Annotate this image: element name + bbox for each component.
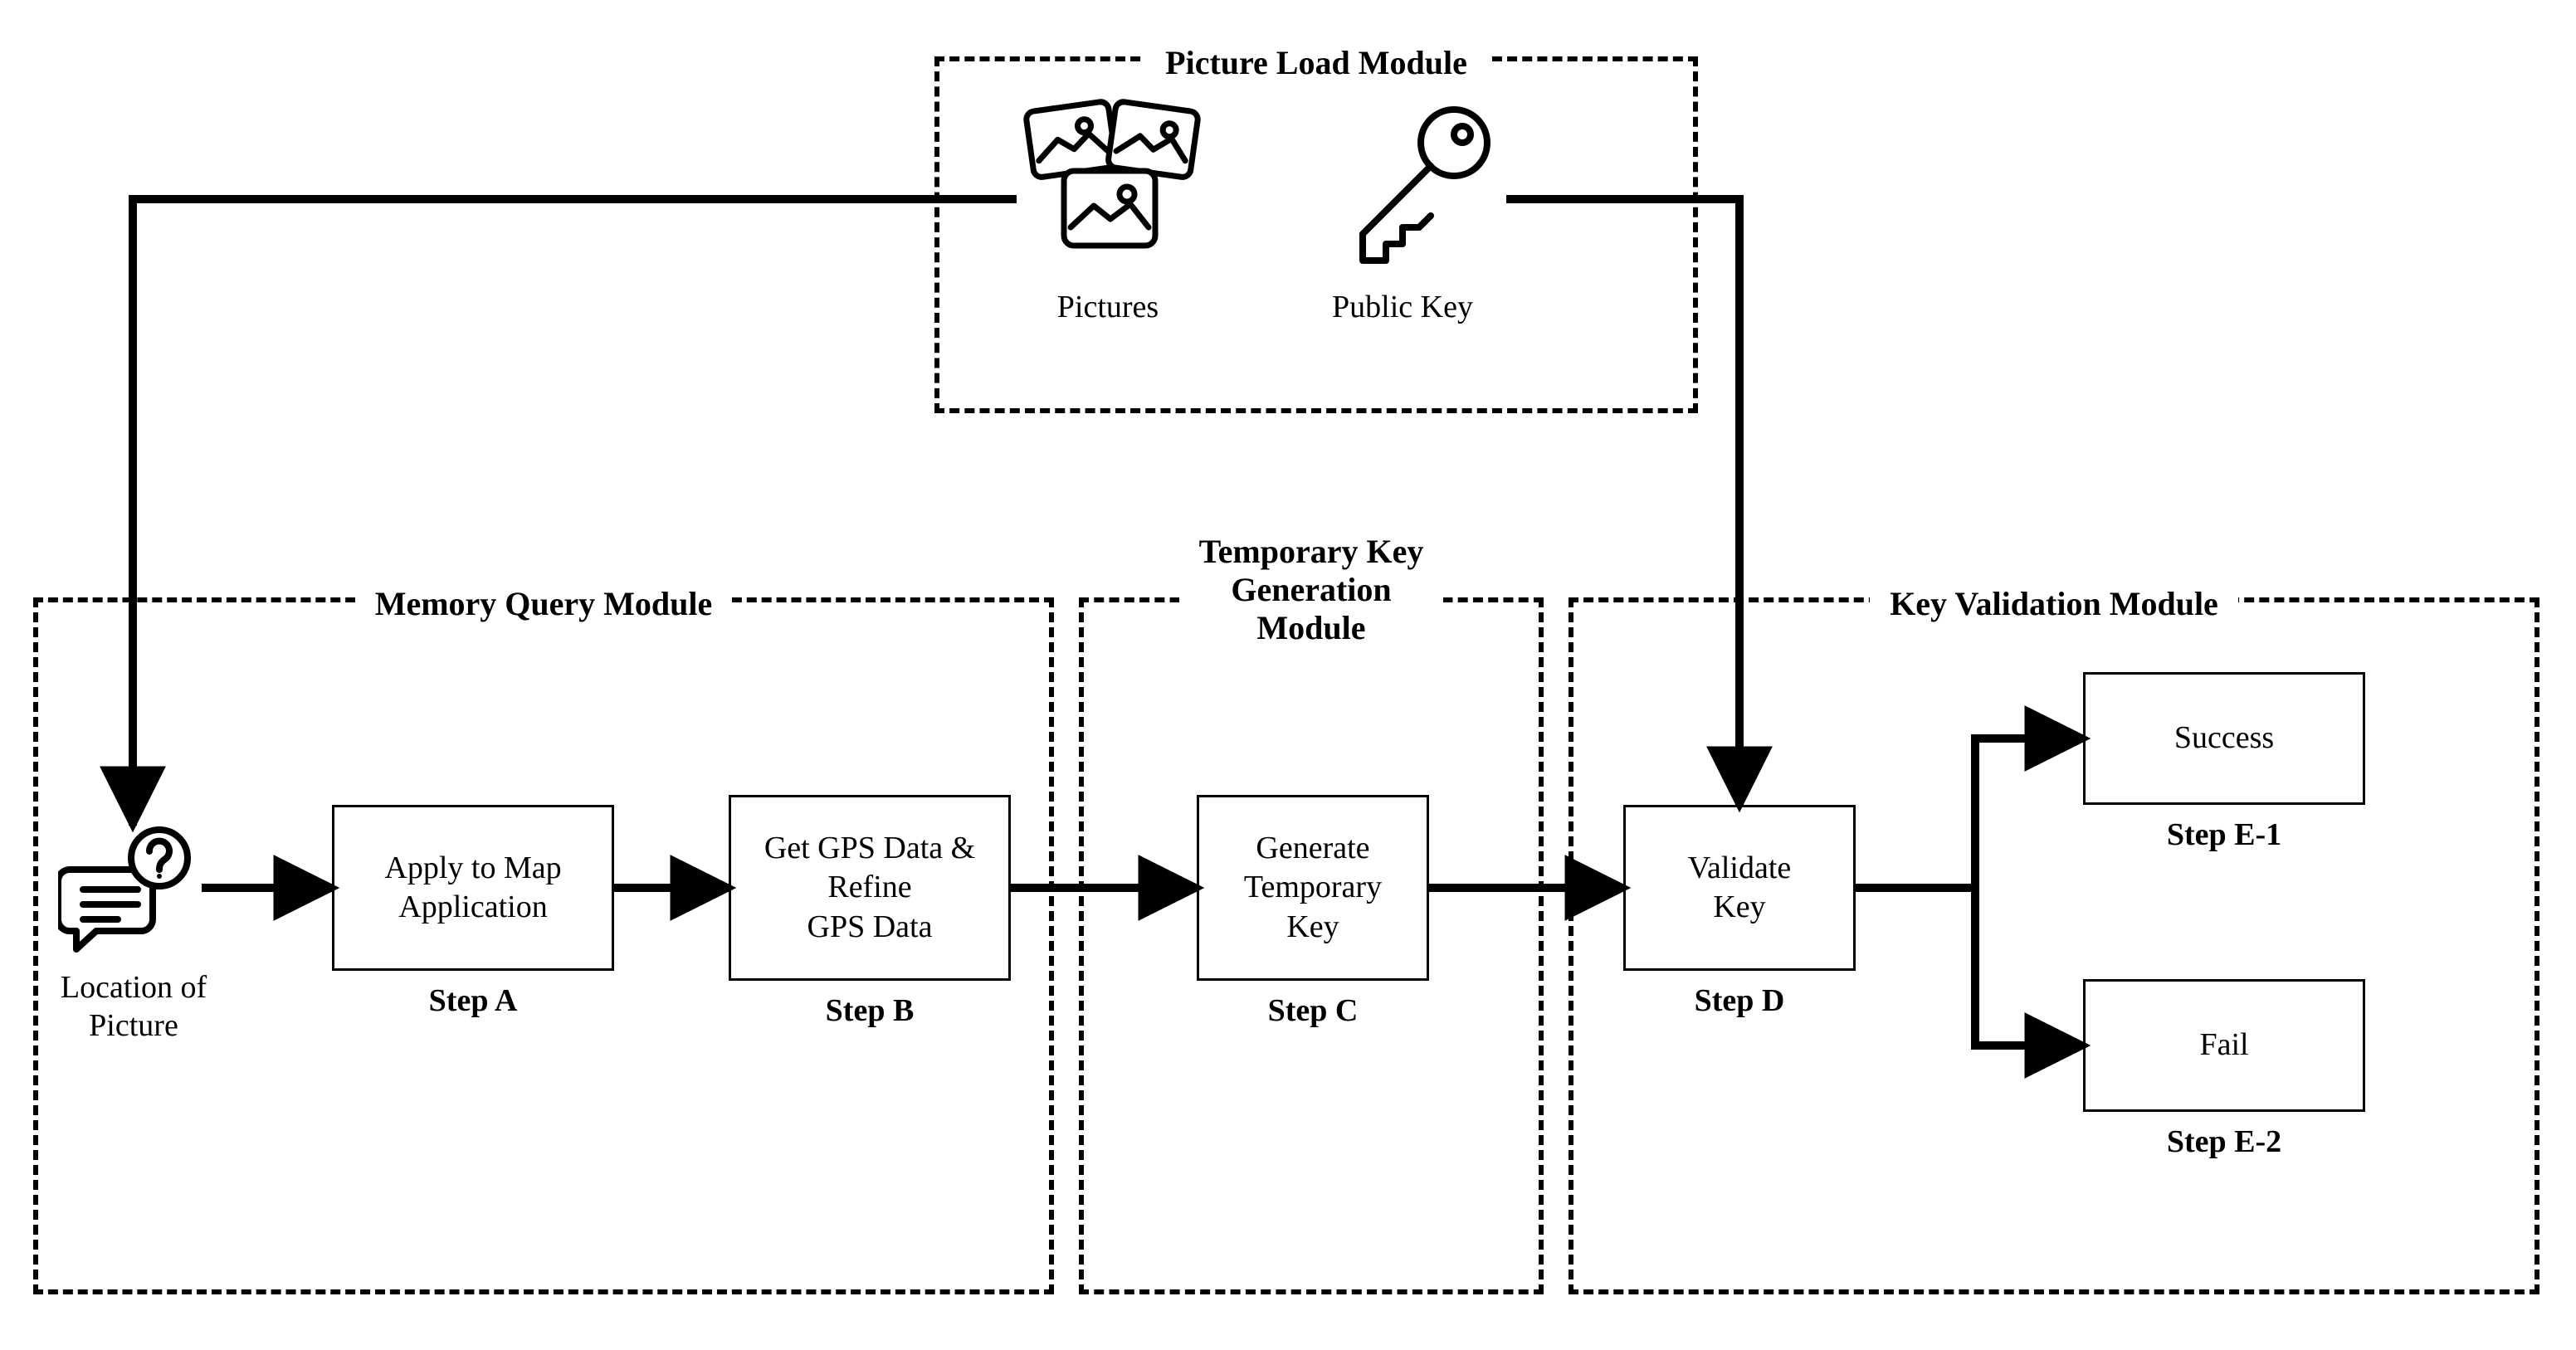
picture-load-title: Picture Load Module — [1145, 44, 1487, 82]
step-e1-box: Success — [2083, 672, 2365, 805]
step-c-box: Generate Temporary Key — [1197, 795, 1429, 981]
module-title-wrap: Key Validation Module — [1573, 584, 2535, 623]
memory-query-title: Memory Query Module — [355, 585, 733, 623]
step-a-box: Apply to Map Application — [332, 805, 614, 971]
step-e2-box: Fail — [2083, 979, 2365, 1112]
module-title-wrap: Picture Load Module — [939, 43, 1693, 82]
pictures-icon — [1012, 91, 1203, 282]
temp-key-title: Temporary Key Generation Module — [1179, 533, 1444, 647]
key-validation-title: Key Validation Module — [1870, 585, 2238, 623]
step-e1-label: Step E-1 — [2083, 816, 2365, 853]
step-c-label: Step C — [1197, 992, 1429, 1029]
location-caption: Location of Picture — [38, 969, 229, 1045]
module-title-wrap: Temporary Key Generation Module — [1084, 533, 1539, 647]
step-d-label: Step D — [1623, 982, 1856, 1019]
key-icon — [1320, 91, 1510, 282]
step-b-label: Step B — [729, 992, 1011, 1029]
step-e2-label: Step E-2 — [2083, 1123, 2365, 1160]
step-d-box: Validate Key — [1623, 805, 1856, 971]
pictures-caption: Pictures — [1021, 289, 1195, 327]
module-title-wrap: Memory Query Module — [38, 584, 1049, 623]
question-chat-icon — [58, 821, 199, 963]
public-key-caption: Public Key — [1295, 289, 1510, 327]
step-a-label: Step A — [332, 982, 614, 1019]
step-b-box: Get GPS Data & Refine GPS Data — [729, 795, 1011, 981]
